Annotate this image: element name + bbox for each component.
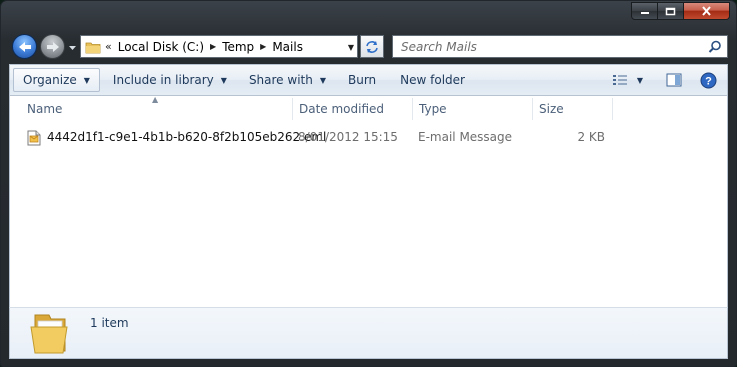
breadcrumb-local-disk[interactable]: Local Disk (C:) [118, 40, 204, 54]
column-divider[interactable] [612, 98, 613, 120]
address-dropdown-icon[interactable]: ▼ [348, 43, 354, 52]
folder-icon [30, 314, 68, 354]
file-list[interactable]: ▲ Name Date modified Type Size 4442d1f1-… [9, 95, 728, 307]
share-with-label: Share with [248, 73, 313, 87]
chevron-down-icon: ▼ [83, 75, 90, 85]
close-button[interactable] [684, 2, 730, 20]
view-controls: ▼ ? [605, 65, 727, 95]
column-header-date-modified[interactable]: Date modified [292, 96, 412, 121]
chevron-down-icon: ▼ [636, 75, 644, 85]
help-button[interactable]: ? [695, 68, 721, 92]
search-icon[interactable] [708, 40, 722, 54]
caption-buttons [631, 2, 730, 20]
burn-label: Burn [348, 73, 377, 87]
chevron-down-icon: ▼ [220, 75, 227, 85]
column-header-name[interactable]: Name [20, 96, 292, 121]
refresh-icon [366, 40, 378, 53]
minimize-icon [640, 12, 649, 14]
search-box[interactable] [392, 35, 728, 58]
new-folder-label: New folder [400, 73, 465, 87]
arrow-right-icon [46, 41, 59, 52]
address-bar[interactable]: « Local Disk (C:) ▶ Temp ▶ Mails ▼ [80, 35, 358, 58]
file-size: 2 KB [577, 130, 605, 144]
address-overflow-chevron[interactable]: « [105, 40, 112, 53]
folder-icon [85, 42, 101, 53]
include-in-library-label: Include in library [112, 73, 214, 87]
view-options-dropdown[interactable]: ▼ [633, 68, 647, 92]
maximize-icon [665, 7, 676, 15]
change-view-button[interactable] [607, 68, 633, 92]
burn-button[interactable]: Burn [339, 68, 385, 92]
column-header-size[interactable]: Size [532, 96, 612, 121]
minimize-button[interactable] [631, 2, 658, 20]
close-icon [702, 6, 711, 16]
new-folder-button[interactable]: New folder [391, 68, 474, 92]
maximize-button[interactable] [658, 2, 684, 20]
breadcrumb-separator-icon[interactable]: ▶ [210, 42, 216, 51]
refresh-button[interactable] [360, 35, 384, 58]
file-row[interactable]: 4442d1f1-c9e1-4b1b-b620-8f2b105eb262.eml… [27, 128, 627, 148]
include-in-library-button[interactable]: Include in library ▼ [104, 68, 236, 92]
column-headers: ▲ Name Date modified Type Size [10, 95, 727, 121]
back-button[interactable] [12, 34, 37, 59]
details-pane: 1 item [9, 307, 728, 359]
preview-pane-button[interactable] [661, 68, 687, 92]
file-name[interactable]: 4442d1f1-c9e1-4b1b-b620-8f2b105eb262.eml [47, 130, 326, 144]
recent-pages-dropdown-icon[interactable] [68, 44, 77, 52]
breadcrumb-separator-icon[interactable]: ▶ [260, 42, 266, 51]
explorer-window: « Local Disk (C:) ▶ Temp ▶ Mails ▼ Organ… [0, 0, 737, 367]
organize-button[interactable]: Organize ▼ [13, 68, 100, 92]
file-date-modified: 8/01/2012 15:15 [298, 130, 398, 144]
search-input[interactable] [399, 38, 703, 55]
command-bar: Organize ▼ Include in library ▼ Share wi… [9, 64, 728, 96]
view-list-icon [613, 75, 627, 85]
arrow-left-icon [18, 41, 31, 52]
breadcrumb-mails[interactable]: Mails [272, 40, 303, 54]
breadcrumb-temp[interactable]: Temp [222, 40, 254, 54]
item-count: 1 item [90, 316, 129, 330]
forward-button[interactable] [40, 34, 65, 59]
share-with-button[interactable]: Share with ▼ [240, 68, 335, 92]
help-icon: ? [700, 72, 716, 88]
file-type: E-mail Message [418, 130, 513, 144]
svg-text:?: ? [705, 75, 712, 87]
organize-label: Organize [23, 73, 77, 87]
chevron-down-icon: ▼ [319, 75, 326, 85]
column-header-type[interactable]: Type [412, 96, 532, 121]
eml-file-icon [27, 130, 41, 146]
preview-pane-icon [666, 73, 682, 87]
